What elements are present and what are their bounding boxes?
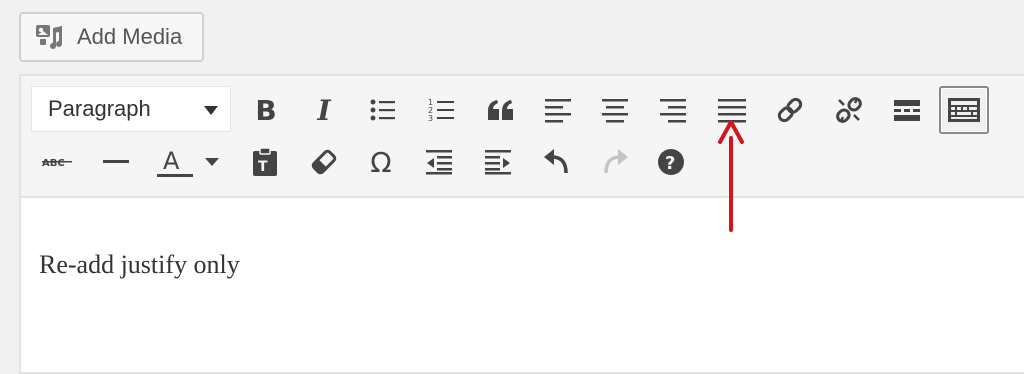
blockquote-button[interactable]: [479, 88, 523, 132]
blockquote-icon: [488, 100, 513, 120]
format-select[interactable]: Paragraph: [31, 86, 231, 132]
toolbar-toggle-button[interactable]: [939, 86, 989, 134]
keyboard-shortcuts-button[interactable]: ?: [649, 140, 693, 184]
align-right-icon: [660, 99, 686, 123]
link-icon: [777, 97, 803, 123]
align-center-icon: [602, 99, 628, 123]
bold-icon: B: [255, 93, 277, 127]
italic-button[interactable]: I: [302, 88, 346, 132]
svg-text:ABC: ABC: [42, 158, 65, 169]
strikethrough-icon: ABC: [42, 158, 72, 169]
undo-icon: [544, 149, 568, 174]
svg-text:T: T: [258, 159, 268, 175]
numbered-list-icon: 1 2 3: [428, 98, 454, 123]
paste-as-text-button[interactable]: T: [243, 140, 287, 184]
format-select-value: Paragraph: [48, 96, 151, 121]
read-more-button[interactable]: [885, 88, 929, 132]
decrease-indent-button[interactable]: [417, 140, 461, 184]
svg-text:3: 3: [428, 114, 433, 123]
svg-text:?: ?: [665, 153, 675, 174]
editor-toolbar: Paragraph B I 1 2 3 ABC A T Ω ?: [21, 76, 1024, 198]
media-icon: [36, 25, 62, 49]
read-more-icon: [894, 100, 920, 121]
indent-icon: [485, 150, 511, 175]
align-left-icon: [545, 99, 571, 123]
bullet-list-icon: [370, 99, 395, 121]
clear-formatting-button[interactable]: [302, 140, 346, 184]
horizontal-line-icon: [103, 160, 129, 163]
clipboard-icon: T: [253, 147, 277, 176]
text-color-icon: A: [157, 147, 193, 177]
redo-button[interactable]: [593, 140, 637, 184]
omega-icon: Ω: [370, 145, 392, 179]
add-media-button[interactable]: Add Media: [19, 12, 204, 62]
chevron-down-icon: [204, 106, 218, 115]
add-media-label: Add Media: [77, 24, 183, 49]
insert-link-button[interactable]: [768, 88, 812, 132]
special-character-button[interactable]: Ω: [359, 140, 403, 184]
bullet-list-button[interactable]: [361, 88, 405, 132]
remove-link-button[interactable]: [827, 88, 871, 132]
svg-text:A: A: [163, 147, 180, 175]
bold-button[interactable]: B: [244, 88, 288, 132]
align-center-button[interactable]: [593, 88, 637, 132]
numbered-list-button[interactable]: 1 2 3: [420, 88, 464, 132]
text-color-button[interactable]: A: [151, 140, 199, 184]
align-right-button[interactable]: [651, 88, 695, 132]
redo-icon: [604, 149, 628, 174]
help-icon: ?: [658, 149, 684, 175]
chevron-down-icon: [205, 158, 219, 166]
align-left-button[interactable]: [536, 88, 580, 132]
editor-content[interactable]: Re-add justify only: [39, 250, 240, 280]
increase-indent-button[interactable]: [476, 140, 520, 184]
align-justify-icon: [718, 99, 746, 123]
italic-icon: I: [317, 93, 331, 127]
unlink-icon: [836, 97, 862, 123]
editor: Paragraph B I 1 2 3 ABC A T Ω ? Re-add j…: [19, 74, 1024, 374]
strikethrough-button[interactable]: ABC: [35, 140, 79, 184]
outdent-icon: [426, 150, 452, 175]
keyboard-icon: [948, 98, 980, 122]
horizontal-line-button[interactable]: [94, 140, 138, 184]
align-justify-button[interactable]: [710, 88, 754, 132]
eraser-icon: [311, 149, 337, 175]
text-color-dropdown[interactable]: [197, 140, 227, 184]
undo-button[interactable]: [535, 140, 579, 184]
